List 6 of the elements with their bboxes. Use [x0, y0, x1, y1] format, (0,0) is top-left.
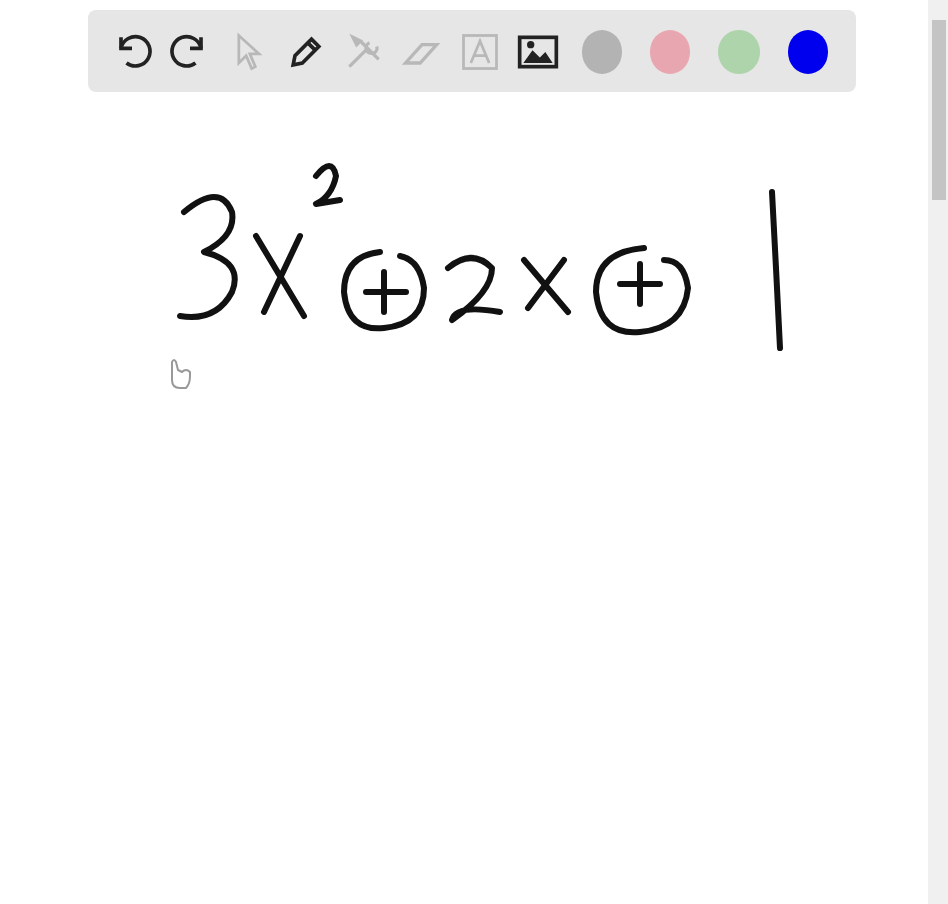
color-swatch[interactable] — [718, 29, 760, 73]
color-swatch[interactable] — [650, 29, 691, 73]
color-swatch[interactable] — [787, 29, 828, 73]
hand-cursor-icon — [171, 359, 191, 389]
color-swatch[interactable] — [581, 29, 623, 73]
scrollbar[interactable] — [928, 0, 948, 904]
